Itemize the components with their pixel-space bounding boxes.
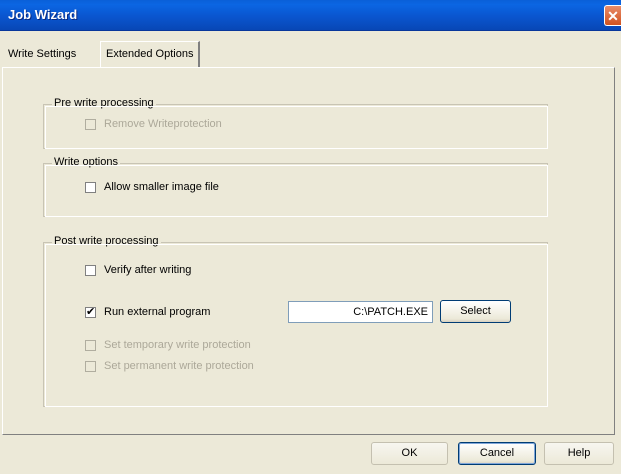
- tab-write-settings[interactable]: Write Settings: [4, 44, 80, 64]
- cancel-button[interactable]: Cancel: [458, 442, 536, 465]
- checkbox-box[interactable]: [85, 305, 96, 319]
- checkbox-box[interactable]: [85, 360, 96, 372]
- checkbox-label: Set permanent write protection: [104, 360, 254, 372]
- checkbox-remove-writeprotection[interactable]: Remove Writeprotection: [85, 117, 222, 131]
- checkbox-label: Remove Writeprotection: [104, 118, 222, 130]
- checkbox-permanent-write-protection[interactable]: Set permanent write protection: [85, 359, 254, 373]
- checkbox-label: Run external program: [104, 306, 211, 318]
- window-title: Job Wizard: [8, 7, 78, 22]
- external-program-path-input[interactable]: C:\PATCH.EXE: [288, 301, 433, 323]
- checkbox-run-external-program[interactable]: Run external program: [85, 305, 210, 319]
- title-bar: Job Wizard ✕: [0, 0, 621, 31]
- close-icon[interactable]: ✕: [604, 5, 621, 26]
- checkbox-box[interactable]: [85, 339, 96, 351]
- checkbox-label: Allow smaller image file: [104, 181, 219, 193]
- ok-button[interactable]: OK: [371, 442, 448, 465]
- group-legend: Post write processing: [52, 235, 161, 247]
- checkbox-temporary-write-protection[interactable]: Set temporary write protection: [85, 338, 251, 352]
- select-button[interactable]: Select: [440, 300, 511, 323]
- checkbox-allow-smaller-image[interactable]: Allow smaller image file: [85, 180, 219, 194]
- checkbox-label: Set temporary write protection: [104, 339, 251, 351]
- checkbox-box[interactable]: [85, 118, 96, 130]
- group-legend: Pre write processing: [52, 97, 156, 109]
- checkbox-box[interactable]: [85, 264, 96, 276]
- checkbox-label: Verify after writing: [104, 264, 192, 276]
- group-legend: Write options: [52, 156, 120, 168]
- tab-strip: Write Settings Extended Options: [0, 40, 621, 70]
- checkbox-box[interactable]: [85, 181, 96, 193]
- checkbox-verify-after-writing[interactable]: Verify after writing: [85, 263, 191, 277]
- tab-extended-options[interactable]: Extended Options: [100, 41, 201, 67]
- help-button[interactable]: Help: [544, 442, 614, 465]
